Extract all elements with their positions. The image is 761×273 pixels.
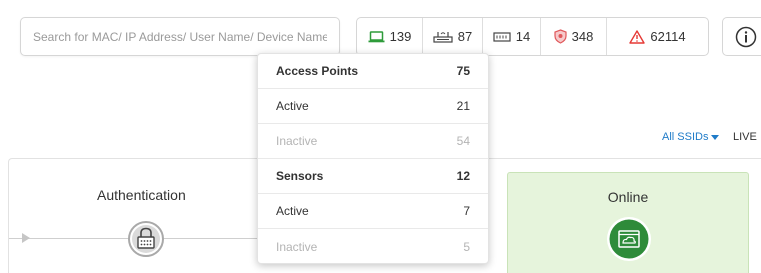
stat-clients[interactable]: 139	[357, 18, 423, 55]
dropdown-row-label: Active	[276, 204, 309, 218]
dropdown-row-sensors-active[interactable]: Active 7	[258, 194, 488, 229]
info-icon[interactable]	[735, 26, 757, 48]
dropdown-row-label: Sensors	[276, 169, 324, 183]
dropdown-row-label: Active	[276, 99, 309, 113]
stat-sensors[interactable]: 14	[483, 18, 541, 55]
stat-threats-value: 348	[571, 29, 594, 44]
dropdown-row-ap-active[interactable]: Active 21	[258, 89, 488, 124]
dropdown-row-access-points[interactable]: Access Points 75	[258, 54, 488, 89]
stat-alerts[interactable]: 62114	[607, 18, 708, 55]
dashboard-page: 139 87 14	[0, 0, 761, 273]
info-box	[722, 17, 761, 56]
dropdown-row-value: 75	[456, 64, 470, 78]
search-input[interactable]	[21, 18, 339, 55]
dropdown-row-value: 12	[456, 169, 470, 183]
laptop-icon	[368, 30, 385, 42]
dropdown-row-label: Inactive	[276, 239, 318, 254]
authentication-lock-icon[interactable]	[122, 215, 170, 263]
shield-icon	[554, 29, 567, 44]
ssid-filter-dropdown[interactable]: All SSIDs	[662, 131, 720, 143]
stat-threats[interactable]: 348	[541, 18, 607, 55]
stat-alerts-value: 62114	[650, 29, 686, 44]
dropdown-row-label: Access Points	[276, 64, 359, 78]
online-label: Online	[607, 189, 649, 205]
online-stage-card[interactable]: Online	[507, 172, 749, 273]
dropdown-row-value: 5	[463, 239, 470, 254]
dropdown-row-value: 7	[463, 204, 470, 218]
sensor-icon	[493, 31, 511, 42]
stat-clients-value: 139	[389, 29, 412, 44]
stat-access-points[interactable]: 87	[423, 18, 483, 55]
live-toggle[interactable]: LIVE	[733, 131, 757, 143]
ssid-filter-label: All SSIDs	[662, 131, 709, 143]
dropdown-row-sensors[interactable]: Sensors 12	[258, 159, 488, 194]
stat-access-points-value: 87	[457, 29, 473, 44]
caret-down-icon	[711, 134, 720, 140]
dropdown-row-sensors-inactive[interactable]: Inactive 5	[258, 229, 488, 264]
arrow-right-icon	[22, 233, 30, 243]
search-box	[20, 17, 340, 56]
access-point-icon	[433, 32, 453, 43]
authentication-label: Authentication	[97, 187, 186, 203]
dropdown-row-label: Inactive	[276, 134, 318, 148]
stats-bar: 139 87 14 348 62114	[356, 17, 709, 56]
warning-icon	[629, 29, 646, 44]
dropdown-row-value: 54	[456, 134, 470, 148]
dropdown-row-value: 21	[456, 99, 470, 113]
stat-sensors-value: 14	[515, 29, 531, 44]
dropdown-row-ap-inactive[interactable]: Inactive 54	[258, 124, 488, 159]
online-cloud-icon	[607, 217, 651, 261]
device-summary-dropdown: Access Points 75 Active 21 Inactive 54 S…	[257, 53, 489, 264]
